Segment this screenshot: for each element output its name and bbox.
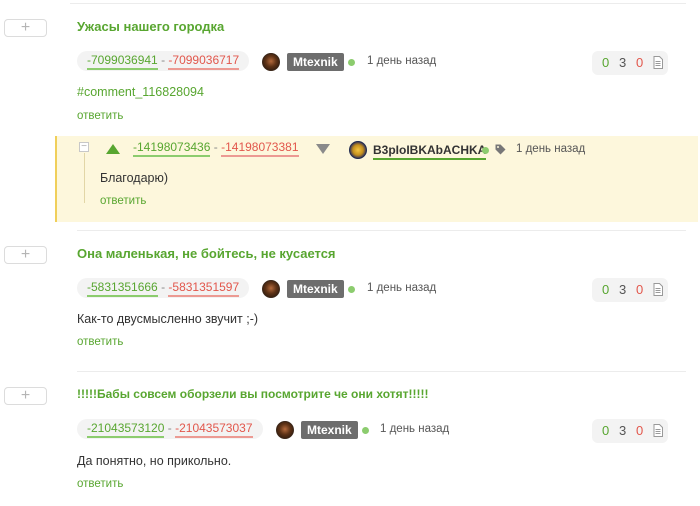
comment-text: Да понятно, но прикольно. (77, 454, 232, 468)
plus-icon: + (20, 246, 31, 263)
stat-count: 3 (619, 423, 627, 438)
stat-down: 0 (636, 55, 644, 70)
comment-timestamp[interactable]: 1 день назад (380, 423, 449, 435)
top-divider (70, 0, 686, 4)
username-badge[interactable]: Mtexnik (287, 53, 344, 71)
rating-up: -21043573120 (87, 420, 165, 438)
reply-button[interactable]: ответить (77, 478, 123, 490)
online-dot-icon (348, 59, 355, 66)
expand-thread-button[interactable]: + (4, 19, 47, 37)
stat-up: 0 (602, 423, 610, 438)
rating-down: -5831351597 (168, 279, 240, 297)
collapse-icon[interactable]: − (79, 142, 89, 152)
rating-up: -14198073436 (133, 140, 211, 157)
avatar[interactable] (262, 280, 280, 298)
comment-divider (77, 230, 686, 231)
online-dot-icon (348, 286, 355, 293)
comment-stats: 0 3 0 (592, 419, 668, 443)
comment-timestamp[interactable]: 1 день назад (367, 282, 436, 294)
reply-button[interactable]: ответить (77, 336, 123, 348)
avatar[interactable] (349, 141, 367, 159)
rating-up: -7099036941 (87, 52, 158, 70)
online-dot-icon (362, 427, 369, 434)
username-badge[interactable]: Mtexnik (301, 421, 358, 439)
avatar[interactable] (276, 421, 294, 439)
document-icon[interactable] (653, 56, 663, 69)
stat-count: 3 (619, 282, 627, 297)
stat-up: 0 (602, 55, 610, 70)
comment-stats: 0 3 0 (592, 278, 668, 302)
document-icon[interactable] (653, 424, 663, 437)
stat-up: 0 (602, 282, 610, 297)
stat-down: 0 (636, 282, 644, 297)
comment-title[interactable]: Ужасы нашего городка (77, 19, 224, 34)
username-badge[interactable]: Mtexnik (287, 280, 344, 298)
username-link[interactable]: B3pIoIBKAbACHKA (373, 143, 487, 160)
expand-thread-button[interactable]: + (4, 387, 47, 405)
comment-stats: 0 3 0 (592, 51, 668, 75)
comment-text: Благодарю) (100, 171, 169, 185)
rating-pill: -7099036941 - -7099036717 (77, 51, 250, 71)
rating-pill: -5831351666 - -5831351597 (77, 278, 250, 298)
arrow-up-icon[interactable] (106, 144, 120, 154)
plus-icon: + (20, 387, 31, 404)
arrow-down-icon[interactable] (316, 144, 330, 154)
comment-link[interactable]: #comment_116828094 (77, 85, 204, 99)
reply-button[interactable]: ответить (100, 195, 146, 207)
comment-divider (77, 371, 686, 372)
rating-pill: -21043573120 - -21043573037 (77, 419, 263, 439)
rating-down: -7099036717 (168, 52, 240, 70)
expand-thread-button[interactable]: + (4, 246, 47, 264)
comment-title[interactable]: !!!!!Бабы совсем оборзели вы посмотрите … (77, 387, 429, 401)
reply-comment: − -14198073436 - -14198073381 B3pIoIBKAb… (55, 136, 698, 222)
stat-down: 0 (636, 423, 644, 438)
reply-button[interactable]: ответить (77, 110, 123, 122)
comment-timestamp[interactable]: 1 день назад (516, 143, 585, 155)
stat-count: 3 (619, 55, 627, 70)
rating-up: -5831351666 (87, 279, 158, 297)
comment-text: Как-то двусмысленно звучит ;-) (77, 312, 259, 326)
rating-down: -21043573037 (175, 420, 253, 438)
online-dot-icon (482, 147, 489, 154)
plus-icon: + (20, 19, 31, 36)
comment-timestamp[interactable]: 1 день назад (367, 55, 436, 67)
thread-line (84, 153, 85, 203)
avatar[interactable] (262, 53, 280, 71)
rating-down: -14198073381 (221, 140, 299, 157)
document-icon[interactable] (653, 283, 663, 296)
tag-icon[interactable] (495, 144, 506, 155)
rating-pill: -14198073436 - -14198073381 (133, 140, 299, 157)
comment-title[interactable]: Она маленькая, не бойтесь, не кусается (77, 246, 336, 261)
